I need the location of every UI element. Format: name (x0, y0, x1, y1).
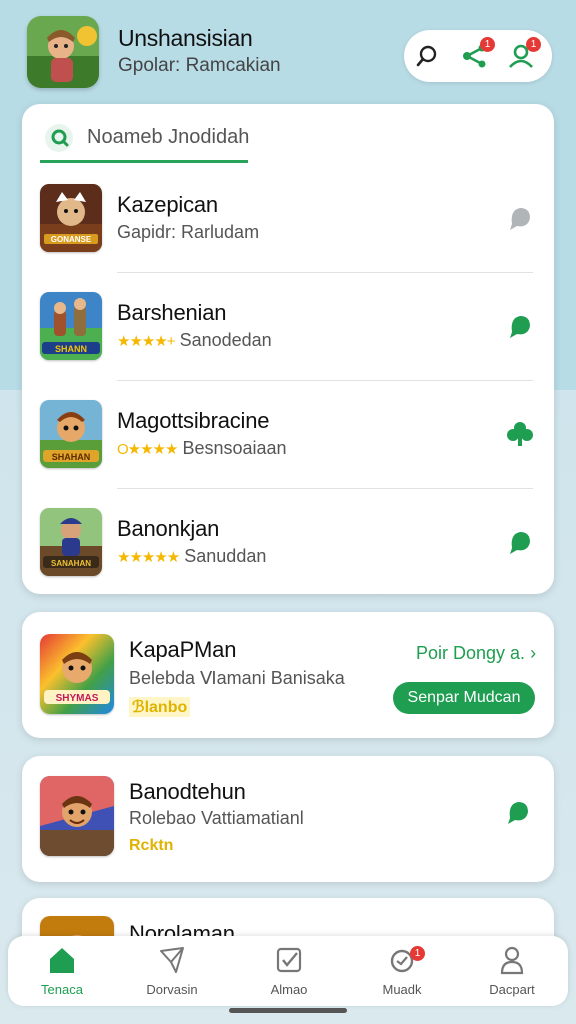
thumbnail-label: SHAHAN (52, 452, 91, 462)
featured-subtitle: Belebda Ⅵamani Banisaka (129, 668, 345, 688)
nav-label: Tenaca (41, 982, 83, 997)
featured-title: KapaPMan (129, 637, 237, 662)
nav-item-notifications[interactable]: 1 Muadk (352, 936, 452, 1006)
rating-stars: O★★★★ (117, 441, 178, 458)
home-indicator (229, 1008, 347, 1013)
header-actions: 1 1 (404, 30, 552, 82)
nav-label: Dacpart (489, 982, 535, 997)
game-title: Magottsibracine (117, 408, 270, 433)
app-subtitle: Gpolar: Ramcakian (118, 55, 281, 76)
rating-stars: ★★★★+ (117, 333, 176, 350)
game-meta: ★★★★+ Sanodedan (117, 330, 272, 351)
game-subtitle: Sanuddan (184, 546, 267, 566)
nav-item-profile[interactable]: Dacpart (462, 936, 562, 1006)
thumbnail-label: SHANN (55, 344, 87, 354)
nav-item-home[interactable]: Tenaca (12, 936, 112, 1006)
game-title: Kazepican (117, 192, 218, 217)
search-icon (45, 124, 73, 152)
nav-badge: 1 (410, 946, 425, 961)
nav-label: Dorvasin (146, 982, 198, 997)
club-icon[interactable] (506, 420, 534, 448)
bottom-nav: Tenaca Dorvasin Almao 1 Muadk Dacpart (8, 936, 568, 1006)
nav-label: Almao (270, 982, 308, 997)
send-icon (160, 947, 184, 973)
game-thumbnail: SHYMAS (40, 634, 114, 714)
game-thumbnail: GONANSE (40, 184, 102, 252)
checkbox-icon (276, 947, 302, 973)
game-title: Barshenian (117, 300, 227, 325)
game-subtitle: Besnsoaiaan (182, 438, 287, 458)
profile-badge: 1 (526, 37, 541, 52)
game-subtitle: Sanodedan (179, 330, 272, 350)
search-placeholder: Noameb Jnodidah (87, 126, 250, 148)
chat-icon[interactable] (506, 528, 534, 556)
game-thumbnail (40, 776, 114, 856)
chevron-right-icon: › (530, 643, 537, 663)
home-icon (50, 948, 74, 973)
thumbnail-label: SHYMAS (56, 693, 99, 704)
chat-icon[interactable] (506, 204, 534, 232)
divider (117, 272, 533, 273)
game-thumbnail: SHANN (40, 292, 102, 360)
featured-tag: Rcktn (129, 837, 174, 854)
search-underline (40, 160, 248, 163)
game-thumbnail: SHAHAN (40, 400, 102, 468)
list-item[interactable]: SHANN Barshenian ★★★★+ Sanodedan (40, 292, 534, 362)
share-badge: 1 (480, 37, 495, 52)
profile-button[interactable]: 1 (504, 37, 541, 73)
app-title: Unshansisian (118, 25, 253, 51)
app-logo (27, 16, 99, 88)
game-meta: O★★★★ Besnsoaiaan (117, 438, 287, 459)
divider (117, 380, 533, 381)
nav-label: Muadk (382, 982, 422, 997)
list-item[interactable]: GONANSE Kazepican Gapidr: Rarludam (40, 184, 534, 254)
chat-icon[interactable] (504, 798, 532, 826)
nav-item-tasks[interactable]: Almao (239, 936, 339, 1006)
game-thumbnail: SANAHAN (40, 508, 102, 576)
list-item[interactable]: SHAHAN Magottsibracine O★★★★ Besnsoaiaan (40, 400, 534, 470)
chat-icon[interactable] (506, 312, 534, 340)
featured-title: Banodtehun (129, 779, 246, 804)
game-title: Banonkjan (117, 516, 220, 541)
search-button[interactable] (410, 39, 444, 73)
search-icon (416, 45, 437, 67)
divider (117, 488, 533, 489)
featured-link[interactable]: Poir Dongy a. › (416, 643, 536, 664)
nav-item-send[interactable]: Dorvasin (122, 936, 222, 1006)
featured-subtitle: Rolebao Vattiamatianl (129, 808, 304, 828)
game-meta: ★★★★★ Sanuddan (117, 546, 266, 567)
person-icon (500, 946, 524, 975)
thumbnail-label: SANAHAN (51, 559, 91, 568)
featured-tag: ℬlanbo (129, 697, 191, 717)
rating-stars: ★★★★★ (117, 549, 180, 566)
game-subtitle: Gapidr: Rarludam (117, 222, 260, 242)
share-button[interactable]: 1 (458, 37, 495, 73)
featured-link-label: Poir Dongy a. (416, 643, 526, 663)
thumbnail-label: GONANSE (51, 235, 92, 244)
featured-action-button[interactable]: Senpar Mudcan (393, 682, 535, 714)
list-item[interactable]: SANAHAN Banonkjan ★★★★★ Sanuddan (40, 508, 534, 578)
